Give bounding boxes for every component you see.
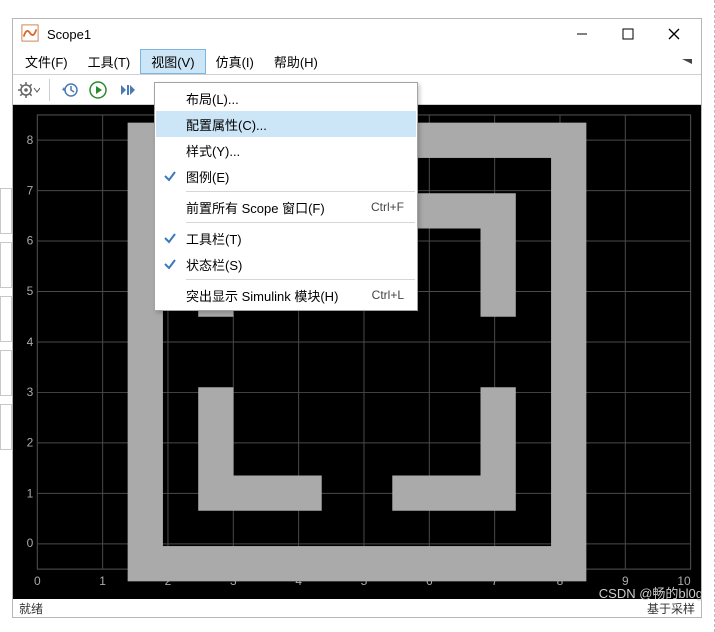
close-button[interactable] [651, 19, 697, 49]
menu-highlight-block[interactable]: 突出显示 Simulink 模块(H) Ctrl+L [156, 282, 416, 308]
settings-button[interactable] [17, 78, 41, 102]
step-button[interactable] [114, 78, 138, 102]
gear-icon [18, 82, 32, 98]
window-title: Scope1 [47, 27, 559, 42]
status-left: 就绪 [19, 600, 647, 617]
menu-view[interactable]: 视图(V) [140, 49, 205, 74]
menu-config-properties[interactable]: 配置属性(C)... [156, 111, 416, 137]
play-icon [89, 81, 107, 99]
menu-layout[interactable]: 布局(L)... [156, 85, 416, 111]
chevron-down-icon [33, 86, 40, 94]
check-icon [162, 168, 178, 184]
history-icon [61, 81, 79, 99]
status-right: 基于采样 [647, 600, 695, 617]
run-history-button[interactable] [58, 78, 82, 102]
titlebar[interactable]: Scope1 [13, 19, 701, 49]
menubar: 文件(F) 工具(T) 视图(V) 仿真(I) 帮助(H) [13, 49, 701, 75]
app-icon [21, 24, 41, 44]
view-dropdown-menu: 布局(L)... 配置属性(C)... 样式(Y)... 图例(E) 前置所有 … [154, 82, 418, 311]
menu-tools[interactable]: 工具(T) [78, 49, 141, 74]
menu-legend[interactable]: 图例(E) [156, 163, 416, 189]
step-icon [117, 81, 135, 99]
menu-statusbar[interactable]: 状态栏(S) [156, 251, 416, 277]
watermark: CSDN @畅的bl0g [599, 583, 703, 602]
check-icon [162, 230, 178, 246]
menu-bring-front[interactable]: 前置所有 Scope 窗口(F) Ctrl+F [156, 194, 416, 220]
menu-file[interactable]: 文件(F) [15, 49, 78, 74]
check-icon [162, 256, 178, 272]
minimize-button[interactable] [559, 19, 605, 49]
menubar-overflow[interactable] [675, 49, 699, 74]
menu-style[interactable]: 样式(Y)... [156, 137, 416, 163]
maximize-button[interactable] [605, 19, 651, 49]
menu-simulate[interactable]: 仿真(I) [206, 49, 264, 74]
menu-help[interactable]: 帮助(H) [264, 49, 328, 74]
play-button[interactable] [86, 78, 110, 102]
menu-toolbar[interactable]: 工具栏(T) [156, 225, 416, 251]
